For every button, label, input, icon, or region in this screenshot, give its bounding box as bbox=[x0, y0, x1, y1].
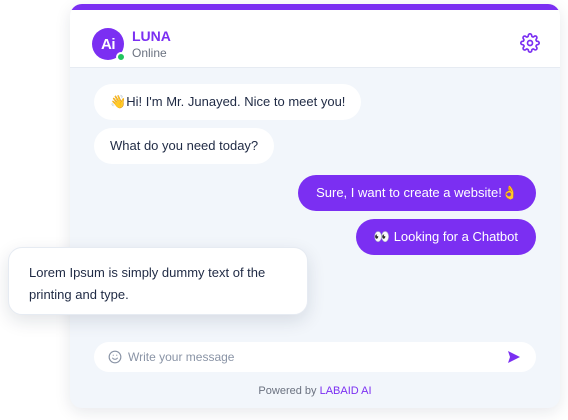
callout-text: Lorem Ipsum is simply dummy text of the … bbox=[29, 265, 266, 302]
chat-widget: Ai LUNA Online 👋 Hi! I'm Mr. Junayed. Nic… bbox=[70, 4, 560, 408]
send-icon[interactable] bbox=[506, 349, 522, 365]
smile-icon[interactable] bbox=[108, 350, 122, 364]
bot-message: 👋 Hi! I'm Mr. Junayed. Nice to meet you! bbox=[94, 84, 362, 120]
avatar: Ai bbox=[92, 28, 126, 62]
bot-message: What do you need today? bbox=[94, 128, 275, 164]
gear-icon[interactable] bbox=[520, 33, 540, 53]
powered-by-text: Powered by bbox=[258, 385, 317, 397]
message-text: Hi! I'm Mr. Junayed. Nice to meet you! bbox=[126, 94, 346, 109]
eyes-emoji: 👀 bbox=[373, 229, 391, 244]
floating-callout: Lorem Ipsum is simply dummy text of the … bbox=[8, 247, 308, 315]
powered-by: Powered by LABAID AI bbox=[70, 385, 560, 397]
bot-status: Online bbox=[132, 46, 167, 60]
user-message: 👀 Looking for a Chatbot bbox=[355, 219, 536, 255]
message-text: Looking for a Chatbot bbox=[393, 229, 518, 244]
message-text: Sure, I want to create a website! bbox=[316, 185, 502, 200]
wave-emoji: 👋 bbox=[110, 94, 127, 109]
user-message: Sure, I want to create a website! 👌 bbox=[298, 175, 536, 211]
online-indicator bbox=[116, 52, 126, 62]
avatar-text: Ai bbox=[101, 35, 116, 53]
brand-link[interactable]: LABAID AI bbox=[320, 385, 372, 397]
message-input[interactable] bbox=[128, 342, 506, 372]
message-text: What do you need today? bbox=[110, 138, 259, 153]
ok-hand-emoji: 👌 bbox=[501, 185, 518, 200]
message-composer bbox=[94, 342, 536, 372]
chat-header: Ai LUNA Online bbox=[70, 10, 560, 68]
bot-name: LUNA bbox=[132, 28, 171, 44]
